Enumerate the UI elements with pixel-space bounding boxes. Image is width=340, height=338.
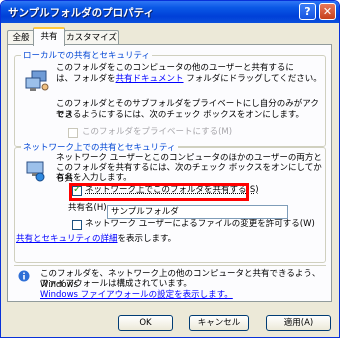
sharing-panel: ローカルでの共有とセキュリティ このフォルダをこのコンピュータの他のユーザーと共… [7, 44, 332, 302]
window-title: サンプルフォルダのプロパティ [8, 7, 155, 19]
shared-documents-link[interactable]: 共有ドキュメント [116, 74, 184, 84]
allow-change-checkbox[interactable] [72, 220, 82, 230]
apply-button[interactable]: 適用(A) [266, 315, 331, 331]
local-text-2: は、フォルダを共有ドキュメント フォルダにドラッグしてください。 [56, 74, 322, 84]
private-label[interactable]: このフォルダをプライベートにする(M) [82, 127, 232, 138]
properties-dialog: サンプルフォルダのプロパティ ? ✕ 全般 共有 カスタマイズ ローカルでの共有… [0, 0, 340, 338]
tab-general[interactable]: 全般 [7, 30, 35, 44]
firewall-text-2: ファイアウォールは構成されています。 [40, 279, 192, 289]
network-group-title: ネットワーク上での共有とセキュリティ [21, 141, 178, 153]
sharing-details-link[interactable]: 共有とセキュリティの詳細 [16, 234, 118, 244]
local-text-4: できるようにするには、次のチェック ボックスをオンにします。 [56, 110, 305, 120]
share-name-label: 共有名(H): [68, 203, 110, 213]
highlight-box [69, 183, 249, 201]
details-text: 共有とセキュリティの詳細を表示します。 [16, 234, 177, 244]
title-bar[interactable]: サンプルフォルダのプロパティ ? ✕ [1, 1, 339, 23]
info-icon [18, 270, 30, 282]
separator [14, 265, 326, 266]
ok-button[interactable]: OK [118, 315, 173, 331]
local-text-1: このフォルダをこのコンピュータの他のユーザーと共有するに [56, 63, 294, 73]
share-name-input[interactable]: サンプルフォルダ [107, 205, 288, 219]
local-sharing-group: ローカルでの共有とセキュリティ このフォルダをこのコンピュータの他のユーザーと共… [14, 49, 326, 147]
close-button[interactable]: ✕ [319, 3, 336, 20]
help-button[interactable]: ? [299, 3, 316, 20]
firewall-settings-link[interactable]: Windows ファイアウォールの設定を表示します。 [40, 290, 233, 301]
local-users-icon [25, 70, 49, 91]
tab-sharing[interactable]: 共有 [33, 27, 65, 46]
allow-change-label[interactable]: ネットワーク ユーザーによるファイルの変更を許可する(W) [85, 219, 315, 230]
network-share-icon [26, 161, 45, 182]
private-checkbox[interactable] [68, 128, 78, 138]
local-group-title: ローカルでの共有とセキュリティ [21, 49, 152, 61]
tab-customize[interactable]: カスタマイズ [64, 30, 119, 44]
cancel-button[interactable]: キャンセル [189, 315, 249, 331]
